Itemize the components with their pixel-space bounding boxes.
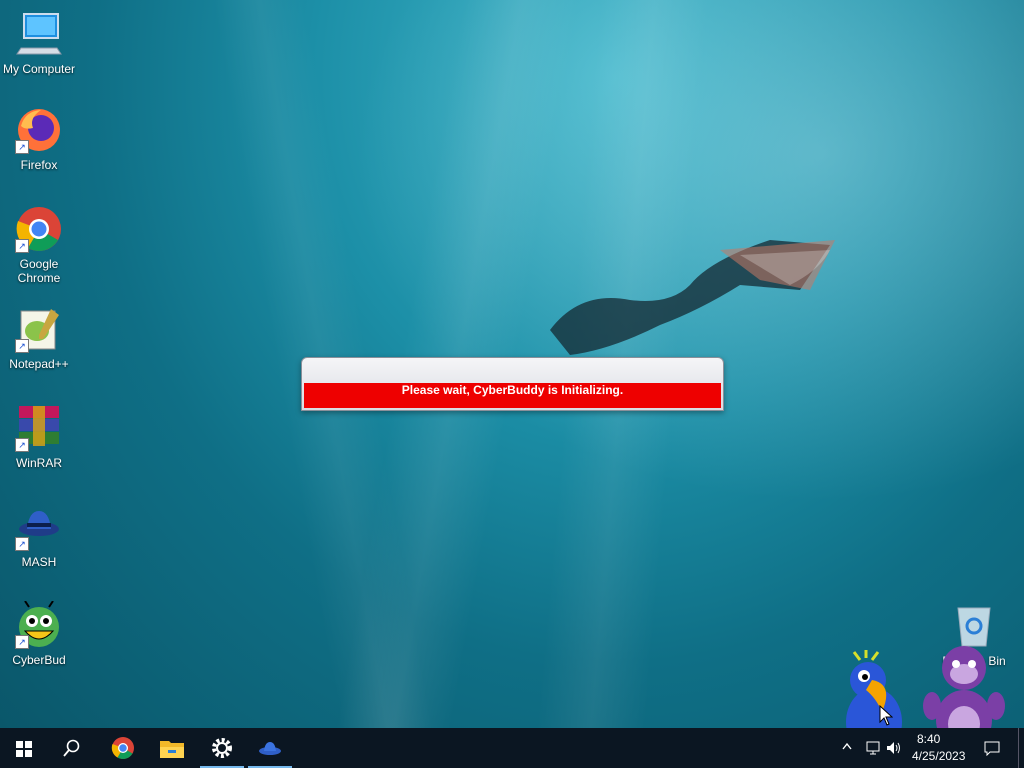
network-icon[interactable] [866, 741, 880, 755]
desktop-icon-cyberbud[interactable]: ↗ CyberBud [1, 600, 77, 667]
firefox-icon: ↗ [15, 106, 63, 154]
volume-icon[interactable] [886, 741, 902, 755]
notepad-plus-plus-icon: ↗ [15, 305, 63, 353]
winrar-icon: ↗ [15, 404, 63, 452]
chrome-icon: ↗ [15, 205, 63, 253]
desktop-icon-label: MASH [21, 555, 57, 569]
taskbar-settings-button[interactable] [198, 728, 246, 768]
clock-time[interactable]: 8:40 [917, 732, 940, 746]
windows-start-icon [16, 741, 32, 757]
shortcut-arrow-icon: ↗ [15, 438, 29, 452]
wallpaper-diver [550, 240, 835, 355]
action-center-icon[interactable] [984, 740, 1000, 756]
taskbar: 8:40 4/25/2023 [0, 728, 1024, 768]
start-button[interactable] [0, 728, 48, 768]
taskbar-file-explorer-button[interactable] [148, 728, 196, 768]
desktop-icon-my-computer[interactable]: My Computer [1, 10, 77, 76]
dialog-message: Please wait, CyberBuddy is Initializing. [304, 383, 721, 408]
shortcut-arrow-icon: ↗ [15, 537, 29, 551]
desktop-icon-mash[interactable]: ↗ MASH [1, 503, 77, 569]
show-hidden-icons-chevron-icon[interactable] [842, 742, 852, 750]
taskbar-chrome-button[interactable] [99, 728, 147, 768]
desktop-icon-label: My Computer [2, 62, 76, 76]
cyberbud-icon: ↗ [15, 600, 63, 649]
desktop-icon-notepad-plus-plus[interactable]: ↗ Notepad++ [1, 305, 77, 371]
shortcut-arrow-icon: ↗ [15, 635, 29, 649]
search-button[interactable] [48, 728, 96, 768]
computer-icon [15, 10, 63, 58]
mouse-cursor-icon [879, 705, 893, 726]
desktop-icon-label: Notepad++ [9, 357, 69, 371]
clock-date[interactable]: 4/25/2023 [912, 749, 965, 763]
desktop-icon-label: Google Chrome [17, 257, 61, 285]
desktop-icon-label: Firefox [20, 158, 58, 172]
shortcut-arrow-icon: ↗ [15, 339, 29, 353]
mash-icon [259, 742, 281, 755]
shortcut-arrow-icon: ↗ [15, 239, 29, 253]
desktop-icon-google-chrome[interactable]: ↗ Google Chrome [1, 205, 77, 285]
cyberbuddy-init-dialog: Please wait, CyberBuddy is Initializing. [301, 357, 724, 411]
file-explorer-icon [160, 741, 184, 758]
settings-gear-icon [212, 738, 232, 758]
taskbar-mash-button[interactable] [246, 728, 294, 768]
desktop-icon-label: WinRAR [15, 456, 62, 470]
search-icon [63, 739, 80, 757]
desktop-icon-label: CyberBud [12, 653, 66, 667]
show-desktop-button[interactable] [1018, 728, 1019, 768]
chrome-icon [111, 737, 134, 759]
desktop-icon-winrar[interactable]: ↗ WinRAR [1, 404, 77, 470]
shortcut-arrow-icon: ↗ [15, 140, 29, 154]
mash-icon: ↗ [15, 503, 63, 551]
desktop-icon-firefox[interactable]: ↗ Firefox [1, 106, 77, 172]
